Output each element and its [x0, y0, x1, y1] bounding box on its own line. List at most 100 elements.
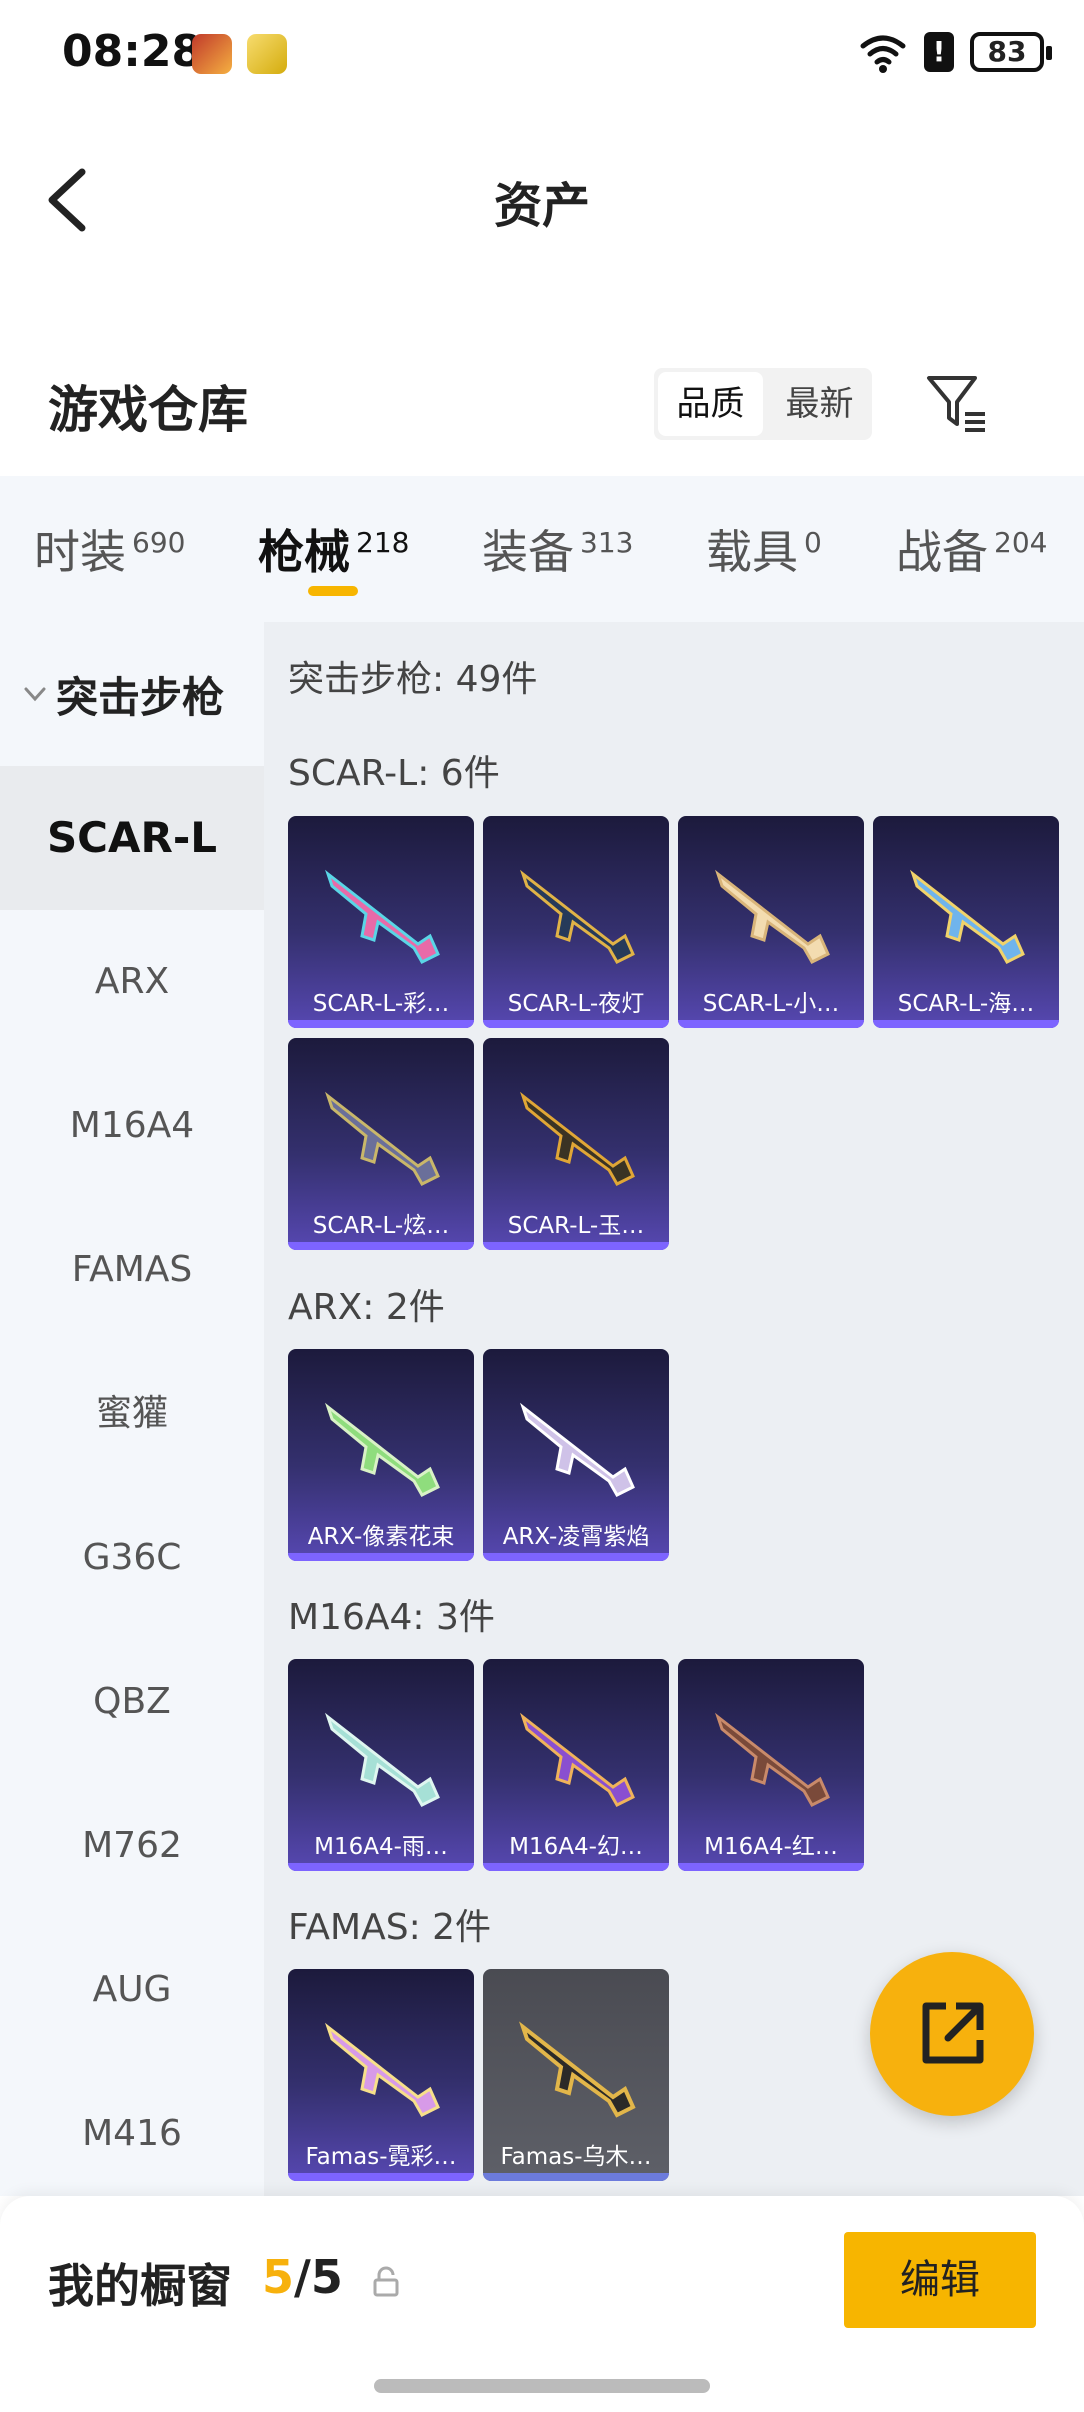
quality-bar	[483, 2173, 669, 2181]
tab-equipment[interactable]: 装备 313	[482, 516, 633, 582]
rifle-icon	[325, 1091, 440, 1186]
weapon-card[interactable]: SCAR-L-夜灯	[483, 816, 669, 1028]
sort-latest-button[interactable]: 最新	[767, 368, 872, 440]
rifle-icon	[519, 2021, 636, 2118]
rifle-icon	[325, 2022, 440, 2117]
weapon-card-label: SCAR-L-炫…	[312, 1213, 450, 1239]
showcase-bar: 我的橱窗 5/5 编辑	[0, 2196, 1084, 2412]
rifle-icon	[520, 1402, 635, 1497]
page-header: 资产	[0, 110, 1084, 280]
status-time: 08:28	[62, 26, 203, 77]
active-tab-indicator	[308, 586, 358, 596]
tab-weapons[interactable]: 枪械 218	[258, 516, 409, 582]
quality-bar	[678, 1020, 864, 1028]
sidebar-item-famas[interactable]: FAMAS	[0, 1198, 264, 1342]
quality-bar	[288, 1242, 474, 1250]
rifle-icon	[520, 869, 635, 964]
peace-elite-app-icon	[247, 34, 287, 74]
weapon-card[interactable]: SCAR-L-炫…	[288, 1038, 474, 1250]
showcase-label: 我的橱窗	[48, 2259, 232, 2313]
warehouse-title: 游戏仓库	[48, 381, 248, 439]
quality-bar	[288, 1863, 474, 1871]
tab-fashion[interactable]: 时装 690	[34, 516, 185, 582]
edit-button[interactable]: 编辑	[844, 2232, 1036, 2328]
lock-icon	[373, 2266, 399, 2297]
weapon-card-label: M16A4-幻…	[509, 1834, 643, 1860]
category-heading: 突击步枪: 49件	[288, 659, 538, 700]
group-heading-scar-l: SCAR-L: 6件	[288, 753, 500, 794]
status-bar: 08:28 ! 83	[0, 0, 1084, 110]
rifle-icon	[325, 869, 440, 964]
quality-bar	[288, 2173, 474, 2181]
game-app-icon	[192, 34, 232, 74]
sidebar-category-label: 突击步枪	[56, 672, 225, 722]
quality-bar	[483, 1863, 669, 1871]
tab-supplies[interactable]: 战备 204	[896, 516, 1047, 582]
rifle-icon	[910, 869, 1025, 964]
weapon-card[interactable]: Famas-霓彩…	[288, 1969, 474, 2181]
weapon-card[interactable]: SCAR-L-玉…	[483, 1038, 669, 1250]
showcase-count: 5/5	[262, 2250, 343, 2304]
weapon-card-label: Famas-霓彩…	[305, 2144, 457, 2170]
sidebar-item-g36c[interactable]: G36C	[0, 1486, 264, 1630]
rifle-icon	[715, 1712, 830, 1807]
quality-bar	[483, 1242, 669, 1250]
rifle-icon	[520, 1091, 635, 1186]
sidebar-item-qbz[interactable]: QBZ	[0, 1630, 264, 1774]
weapon-card[interactable]: SCAR-L-彩…	[288, 816, 474, 1028]
weapon-card-label: SCAR-L-小…	[702, 991, 840, 1017]
quality-bar	[873, 1020, 1059, 1028]
quality-bar	[288, 1553, 474, 1561]
home-indicator[interactable]	[374, 2379, 710, 2393]
weapon-card-label: ARX-凌霄紫焰	[502, 1524, 650, 1550]
weapon-card[interactable]: Famas-乌木…	[483, 1969, 669, 2181]
sidebar-item-m416[interactable]: M416	[0, 2062, 264, 2206]
wifi-icon	[860, 35, 906, 73]
sidebar-item-m16a4[interactable]: M16A4	[0, 1054, 264, 1198]
weapon-card[interactable]: ARX-凌霄紫焰	[483, 1349, 669, 1561]
weapon-card-label: ARX-像素花束	[307, 1524, 455, 1550]
weapon-card[interactable]: ARX-像素花束	[288, 1349, 474, 1561]
battery-indicator: 83	[970, 32, 1052, 72]
filter-icon[interactable]	[925, 372, 989, 434]
rifle-icon	[520, 1712, 635, 1807]
rifle-icon	[325, 1402, 440, 1497]
weapon-card-label: Famas-乌木…	[500, 2144, 652, 2170]
group-heading-m16a4: M16A4: 3件	[288, 1597, 495, 1638]
sidebar-item-m762[interactable]: M762	[0, 1774, 264, 1918]
weapon-card[interactable]: M16A4-雨…	[288, 1659, 474, 1871]
share-external-icon	[922, 2002, 984, 2064]
weapon-card-label: M16A4-雨…	[314, 1834, 448, 1860]
group-heading-arx: ARX: 2件	[288, 1287, 445, 1328]
sidebar-item-honey-badger[interactable]: 蜜獾	[0, 1342, 264, 1486]
quality-bar	[483, 1020, 669, 1028]
quality-bar	[483, 1553, 669, 1561]
quality-bar	[678, 1863, 864, 1871]
weapon-card-label: SCAR-L-夜灯	[507, 991, 645, 1017]
share-button[interactable]	[870, 1952, 1034, 2116]
alert-icon: !	[924, 32, 954, 72]
sidebar-item-arx[interactable]: ARX	[0, 910, 264, 1054]
sort-quality-button[interactable]: 品质	[658, 372, 763, 436]
weapon-sidebar: 突击步枪 SCAR-L ARX M16A4 FAMAS 蜜獾 G36C QBZ …	[0, 622, 264, 2196]
group-heading-famas: FAMAS: 2件	[288, 1907, 492, 1948]
sidebar-item-scar-l[interactable]: SCAR-L	[0, 766, 264, 910]
quality-bar	[288, 1020, 474, 1028]
rifle-icon	[325, 1712, 440, 1807]
weapon-card[interactable]: SCAR-L-海…	[873, 816, 1059, 1028]
weapon-card[interactable]: M16A4-幻…	[483, 1659, 669, 1871]
sidebar-item-aug[interactable]: AUG	[0, 1918, 264, 2062]
weapon-card-label: SCAR-L-彩…	[312, 991, 450, 1017]
rifle-icon	[715, 869, 830, 964]
category-tabs: 时装 690 枪械 218 装备 313 载具 0 战备 204	[0, 476, 1084, 622]
tab-vehicles[interactable]: 载具 0	[706, 516, 822, 582]
page-title: 资产	[493, 178, 590, 234]
weapon-card-label: SCAR-L-玉…	[507, 1213, 645, 1239]
weapon-card[interactable]: M16A4-红…	[678, 1659, 864, 1871]
sidebar-category[interactable]: 突击步枪	[0, 622, 264, 766]
sort-toggle: 品质 最新	[654, 368, 872, 440]
weapon-card[interactable]: SCAR-L-小…	[678, 816, 864, 1028]
weapon-card-label: M16A4-红…	[704, 1834, 838, 1860]
chevron-down-icon	[24, 687, 46, 702]
weapon-card-label: SCAR-L-海…	[897, 991, 1035, 1017]
